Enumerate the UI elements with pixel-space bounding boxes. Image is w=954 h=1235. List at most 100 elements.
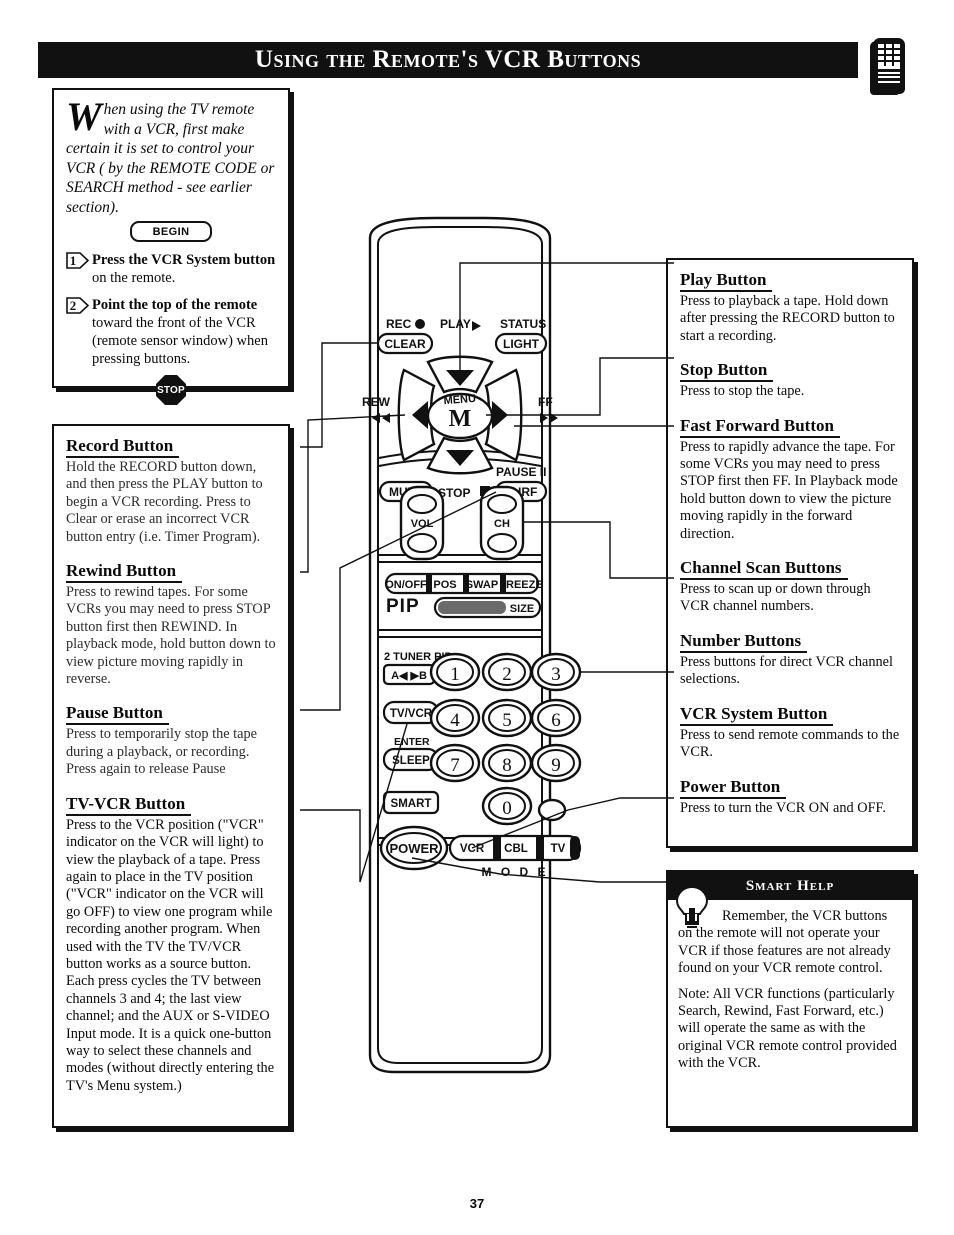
page-title: Using the Remote's VCR Buttons (254, 46, 642, 73)
callout-title: Pause Button (66, 703, 169, 726)
callout-pause-button: Pause Button Press to temporarily stop t… (66, 703, 276, 778)
callout-title: Power Button (680, 777, 787, 799)
pip-pos-label: POS (433, 579, 456, 591)
remote-icon-bars (878, 66, 900, 83)
digit-6-button: 6 (530, 698, 582, 738)
intro-paragraph: When using the TV remote with a VCR, fir… (66, 94, 276, 217)
digit-1-label: 1 (450, 664, 460, 685)
callout-channel-scan-buttons: Channel Scan Buttons Press to scan up or… (680, 558, 900, 616)
ab-swap-button[interactable]: A◀ ▶B (382, 663, 436, 686)
digit-0-button: 0 (481, 786, 533, 826)
pip-size-row[interactable]: PIP SIZE (386, 596, 542, 619)
callout-number-buttons: Number Buttons Press buttons for direct … (680, 631, 900, 689)
manual-page: Using the Remote's VCR Buttons When usin… (0, 0, 954, 1235)
digit-5-button: 5 (481, 698, 533, 738)
status-label: STATUS (500, 317, 546, 331)
pip-size-label: SIZE (510, 603, 534, 615)
stop-marker: STOP (156, 375, 186, 405)
mode-selector-row[interactable]: VCR CBL TV (448, 834, 582, 862)
mode-end-cap (570, 836, 580, 860)
play-label: PLAY (440, 317, 471, 331)
digit-2-label: 2 (502, 664, 512, 685)
rec-label: REC (386, 317, 412, 331)
remote-control-icon (873, 38, 905, 94)
ff-label: FF (538, 395, 553, 409)
callout-title: TV-VCR Button (66, 794, 192, 816)
callout-body: Press to rapidly advance the tape. For s… (680, 438, 898, 542)
rec-clear-button[interactable]: REC CLEAR (376, 317, 434, 355)
step-1-rest-text: on the remote. (92, 270, 176, 286)
digit-9-button: 9 (530, 743, 582, 783)
pause-label: PAUSE II (496, 465, 546, 479)
power-label: POWER (389, 841, 439, 856)
digit-6-label: 6 (551, 710, 561, 731)
callout-title: Number Buttons (680, 631, 808, 653)
step-2-bold-text: Point the top of the remote (92, 297, 258, 313)
step-2-number-arrow: 2 (66, 297, 90, 314)
tv-vcr-button[interactable]: TV/VCR (382, 700, 440, 725)
callout-body: Hold the RECORD button down, and then pr… (66, 459, 263, 545)
callout-body: Press to the VCR position ("VCR" indicat… (66, 816, 275, 1094)
callout-title: Stop Button (680, 360, 774, 383)
digit-7-label: 7 (450, 755, 460, 776)
callout-fast-forward-button: Fast Forward Button Press to rapidly adv… (680, 416, 900, 543)
callout-rewind-button: Rewind Button Press to rewind tapes. For… (66, 561, 276, 688)
enter-label: ENTER (394, 736, 430, 748)
svg-text:1: 1 (70, 253, 77, 268)
digit-2-button: 2 (481, 652, 533, 692)
callout-body: Press to playback a tape. Hold down afte… (680, 293, 895, 344)
digit-8-button: 8 (481, 743, 533, 783)
callout-body: Press to temporarily stop the tape durin… (66, 726, 257, 778)
digit-5-label: 5 (502, 710, 512, 731)
digit-9-label: 9 (551, 755, 561, 776)
step-1: 1 Press the VCR System button on the rem… (66, 251, 276, 287)
ch-rocker[interactable]: CH (479, 485, 525, 561)
begin-label: BEGIN (152, 225, 190, 238)
callout-body: Press to turn the VCR ON and OFF. (680, 799, 886, 816)
smart-help-paragraph-2: Note: All VCR functions (particularly Se… (678, 985, 897, 1072)
digit-3-button: 3 (530, 652, 582, 692)
callout-vcr-system-button: VCR System Button Press to send remote c… (680, 704, 900, 762)
digit-7-button: 7 (429, 743, 481, 783)
step-1-number-arrow: 1 (66, 252, 90, 269)
callout-title: Fast Forward Button (680, 416, 840, 438)
smart-help-box: Smart Help Remember, the VCR buttons on … (666, 870, 914, 1128)
pip-label: PIP (386, 596, 420, 617)
intro-dropcap: W (66, 94, 102, 139)
smart-help-title: Smart Help (745, 877, 835, 894)
smart-button[interactable]: SMART (382, 790, 440, 815)
step-2-rest-text: toward the front of the VCR (remote sens… (92, 315, 268, 367)
record-dot-icon (415, 319, 425, 329)
page-header: Using the Remote's VCR Buttons (38, 42, 858, 78)
callout-title: Channel Scan Buttons (680, 558, 848, 581)
callout-power-button: Power Button Press to turn the VCR ON an… (680, 777, 900, 817)
status-light-button[interactable]: STATUS LIGHT (494, 317, 548, 355)
intro-instructions-box: When using the TV remote with a VCR, fir… (52, 88, 290, 405)
left-callout-column: Record Button Hold the RECORD button dow… (52, 424, 290, 1128)
ab-label: A◀ ▶B (391, 670, 427, 682)
stop-label: STOP (157, 384, 185, 396)
callout-record-button: Record Button Hold the RECORD button dow… (66, 436, 276, 546)
tvvcr-label: TV/VCR (390, 708, 433, 720)
pip-slider-track[interactable] (438, 601, 506, 614)
digit-1-button: 1 (429, 652, 481, 692)
vol-rocker[interactable]: VOL (399, 485, 445, 561)
menu-label: MENU (443, 393, 476, 407)
clear-label: CLEAR (384, 337, 426, 351)
remote-control-diagram: .ol { fill:#fff; stroke:#111; stroke-wid… (300, 210, 680, 1090)
rew-label: REW (362, 395, 391, 409)
digit-4-button: 4 (429, 698, 481, 738)
callout-body: Press to scan up or down through VCR cha… (680, 581, 871, 615)
step-2: 2 Point the top of the remote toward the… (66, 296, 276, 368)
remote-icon-keypad-dots (878, 44, 900, 66)
callout-tv-vcr-button: TV-VCR Button Press to the VCR position … (66, 794, 276, 1096)
digit-8-label: 8 (502, 755, 512, 776)
mode-tv-label: TV (551, 843, 566, 855)
begin-marker: BEGIN (130, 221, 212, 242)
pip-function-row[interactable]: ON/OFF POS SWAP FREEZE (384, 572, 543, 595)
pip-onoff-label: ON/OFF (385, 579, 427, 591)
digit-4-label: 4 (450, 710, 460, 731)
callout-body: Press to rewind tapes. For some VCRs you… (66, 584, 276, 688)
mode-cbl-label: CBL (504, 843, 528, 855)
pip-freeze-label: FREEZE (499, 579, 542, 591)
